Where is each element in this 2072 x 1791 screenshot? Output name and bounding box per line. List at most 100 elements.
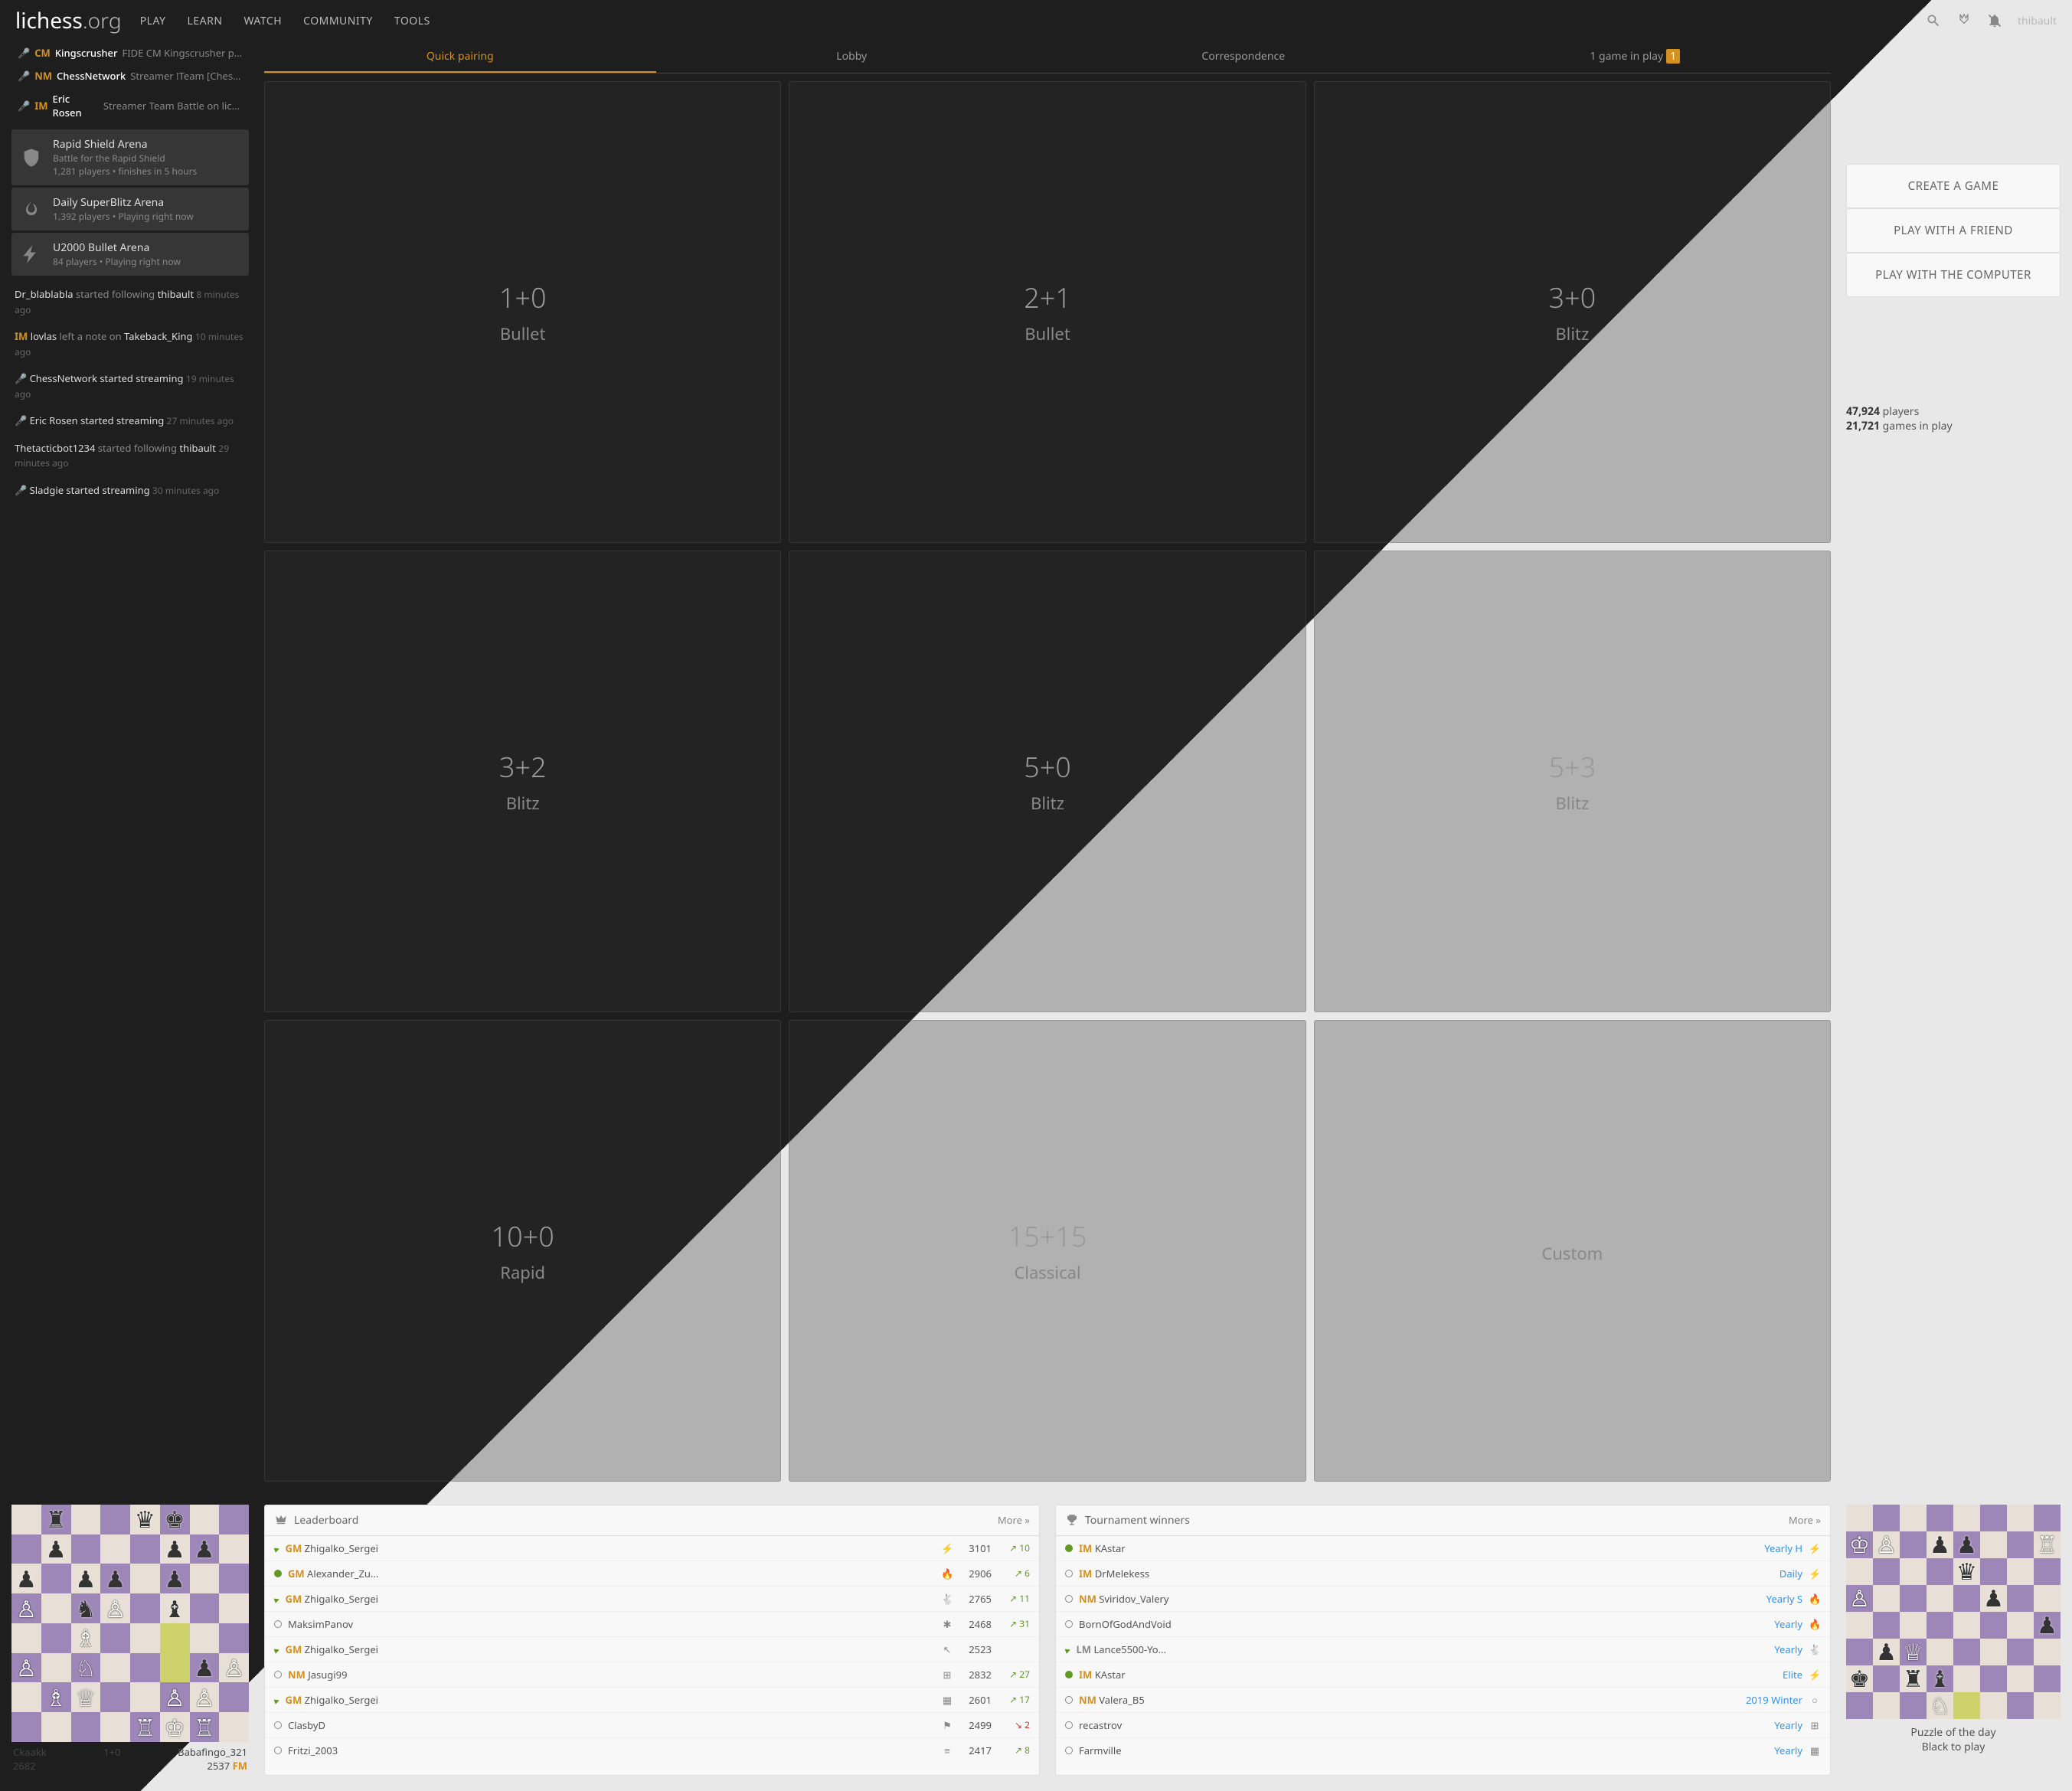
leaderboard-row[interactable]: MaksimPanov✱2468↗ 31 (265, 1612, 1039, 1637)
tab-correspondence[interactable]: Correspondence (1047, 41, 1440, 73)
header: lichess.org PLAY LEARN WATCH COMMUNITY TOOLS… (0, 0, 2072, 41)
nav-play[interactable]: PLAY (140, 14, 166, 28)
square (1900, 1692, 1927, 1719)
logo[interactable]: lichess.org (15, 6, 122, 35)
tournament-item[interactable]: U2000 Bullet Arena84 players • Playing r… (11, 233, 249, 276)
square (1846, 1612, 1873, 1639)
winner-row[interactable]: IM KAstarYearly H⚡ (1056, 1536, 1830, 1561)
leaderboard-row[interactable]: GM Alexander_Zu...🔥2906↗ 6 (265, 1561, 1039, 1587)
status-dot (274, 1671, 282, 1678)
status-dot (274, 1721, 282, 1729)
status-dot (1065, 1721, 1073, 1729)
pool-1+0[interactable]: 1+0Bullet (264, 81, 781, 543)
square (2007, 1558, 2034, 1585)
stream-item[interactable]: 🎤 NM ChessNetwork Streamer !Team [Chess.… (11, 64, 249, 87)
tab-1-game-in-play[interactable]: 1 game in play1 (1440, 41, 1832, 73)
winner-row[interactable]: NM Sviridov_ValeryYearly S🔥 (1056, 1587, 1830, 1612)
tab-lobby[interactable]: Lobby (656, 41, 1048, 73)
winner-row[interactable]: recastrovYearly⊞ (1056, 1713, 1830, 1738)
pool-10+0[interactable]: 10+0Rapid (264, 1020, 781, 1482)
pool-custom[interactable]: Custom (1314, 1020, 1831, 1482)
perf-icon: ⚡ (1809, 1567, 1821, 1580)
tournament-item[interactable]: Rapid Shield ArenaBattle for the Rapid S… (11, 129, 249, 185)
square (1980, 1612, 2007, 1639)
square: ♝ (160, 1593, 190, 1623)
square (1846, 1639, 1873, 1665)
leaderboard-row[interactable]: NM Jasugi99⊞2832↗ 27 (265, 1662, 1039, 1688)
more-link[interactable]: More » (998, 1513, 1030, 1527)
square (1980, 1692, 2007, 1719)
square: ♚ (160, 1505, 190, 1534)
feed-item[interactable]: IM lovlas left a note on Takeback_King 1… (11, 323, 249, 365)
pool-3+2[interactable]: 3+2Blitz (264, 551, 781, 1012)
status-dot (1065, 1747, 1073, 1754)
status-dot (274, 1620, 282, 1628)
pool-5+0[interactable]: 5+0Blitz (789, 551, 1306, 1012)
square: ♛ (1953, 1558, 1980, 1585)
square (219, 1712, 249, 1742)
feed-item[interactable]: 🎤 Eric Rosen started streaming 27 minute… (11, 407, 249, 435)
square (160, 1623, 190, 1653)
leaderboard-row[interactable]: ▸GM Zhigalko_Sergei🐇2765↗ 11 (265, 1587, 1039, 1612)
leaderboard-row[interactable]: ▸GM Zhigalko_Sergei⚡3101↗ 10 (265, 1536, 1039, 1561)
stream-item[interactable]: 🎤 IM Eric Rosen Streamer Team Battle on … (11, 87, 249, 124)
bolt-icon (19, 240, 44, 268)
square: ♙ (160, 1682, 190, 1712)
daily-puzzle[interactable]: ♔♙♟♟♖♛♙♟♟♟♕♚♜♝♘ Puzzle of the dayBlack t… (1846, 1505, 2061, 1776)
nav-community[interactable]: COMMUNITY (303, 14, 373, 28)
square: ♔ (160, 1712, 190, 1742)
square (11, 1623, 41, 1653)
winner-row[interactable]: ▸LM Lance5500-Yo...Yearly🐇 (1056, 1637, 1830, 1662)
create-a-game-button[interactable]: CREATE A GAME (1846, 164, 2061, 208)
winner-row[interactable]: IM KAstarElite⚡ (1056, 1662, 1830, 1688)
leaderboard-row[interactable]: Fritzi_2003≡2417↗ 8 (265, 1738, 1039, 1763)
leaderboard-row[interactable]: ▸GM Zhigalko_Sergei↖2523 (265, 1637, 1039, 1662)
winner-row[interactable]: BornOfGodAndVoidYearly🔥 (1056, 1612, 1830, 1637)
tab-quick-pairing[interactable]: Quick pairing (264, 41, 656, 73)
mic-icon: 🎤 (15, 371, 27, 385)
square (1900, 1585, 1927, 1612)
right-column: CREATE A GAMEPLAY WITH A FRIENDPLAY WITH… (1846, 41, 2061, 1489)
square (1846, 1692, 1873, 1719)
swords-icon[interactable] (1956, 13, 1972, 28)
pool-2+1[interactable]: 2+1Bullet (789, 81, 1306, 543)
tournament-item[interactable]: Daily SuperBlitz Arena1,392 players • Pl… (11, 188, 249, 230)
feed-item[interactable]: Thetacticbot1234 started following thiba… (11, 435, 249, 477)
play-with-a-friend-button[interactable]: PLAY WITH A FRIEND (1846, 208, 2061, 253)
square (2034, 1639, 2061, 1665)
feed-item[interactable]: Dr_blablabla started following thibault … (11, 281, 249, 323)
winner-row[interactable]: FarmvilleYearly▦ (1056, 1738, 1830, 1763)
main-nav: PLAY LEARN WATCH COMMUNITY TOOLS (140, 14, 430, 28)
square (71, 1712, 101, 1742)
winner-row[interactable]: NM Valera_B52019 Winter○ (1056, 1688, 1830, 1713)
feed-item[interactable]: 🎤 ChessNetwork started streaming 19 minu… (11, 365, 249, 407)
square: ♛ (130, 1505, 160, 1534)
square (1980, 1665, 2007, 1692)
square: ♝ (1927, 1665, 1953, 1692)
nav-learn[interactable]: LEARN (188, 14, 223, 28)
feed-item[interactable]: 🎤 Sladgie started streaming 30 minutes a… (11, 477, 249, 505)
status-dot (1065, 1671, 1073, 1678)
username[interactable]: thibault (2018, 14, 2057, 28)
pool-3+0[interactable]: 3+0Blitz (1314, 81, 1831, 543)
featured-game[interactable]: ♜♛♚♟♟♟♟♟♟♟♙♞♙♝♗♙♘♟♙♗♕♙♙♖♔♖ Ckaakk2682 1+… (11, 1505, 249, 1776)
winner-row[interactable]: IM DrMelekessDaily⚡ (1056, 1561, 1830, 1587)
square (1953, 1639, 1980, 1665)
trophy-icon (1065, 1513, 1079, 1527)
more-link[interactable]: More » (1789, 1513, 1821, 1527)
square (100, 1534, 130, 1564)
pool-5+3[interactable]: 5+3Blitz (1314, 551, 1831, 1012)
leaderboard-row[interactable]: ClasbyD⚑2499↘ 2 (265, 1713, 1039, 1738)
square (1927, 1585, 1953, 1612)
search-icon[interactable] (1926, 13, 1941, 28)
stream-item[interactable]: 🎤 CM Kingscrusher FIDE CM Kingscrusher p… (11, 41, 249, 64)
nav-watch[interactable]: WATCH (243, 14, 282, 28)
nav-tools[interactable]: TOOLS (394, 14, 430, 28)
play-with-the-computer-button[interactable]: PLAY WITH THE COMPUTER (1846, 253, 2061, 297)
square (2007, 1639, 2034, 1665)
leaderboard-panel: LeaderboardMore » ▸GM Zhigalko_Sergei⚡31… (264, 1505, 1040, 1776)
leaderboard-row[interactable]: ▸GM Zhigalko_Sergei▦2601↗ 17 (265, 1688, 1039, 1713)
square (2007, 1585, 2034, 1612)
pool-15+15[interactable]: 15+15Classical (789, 1020, 1306, 1482)
bell-off-icon[interactable] (1987, 13, 2002, 28)
